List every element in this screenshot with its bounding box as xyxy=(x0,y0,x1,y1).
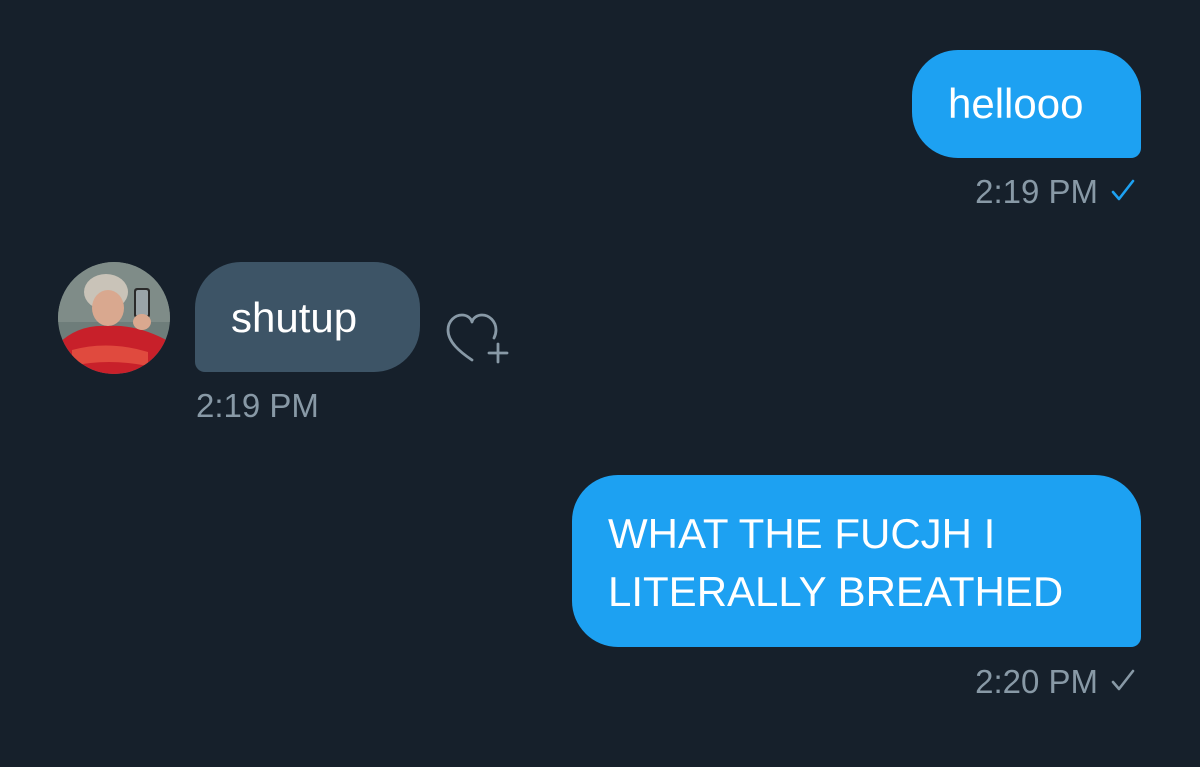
message-text-line: LITERALLY BREATHED xyxy=(608,568,1064,615)
message-timestamp: 2:19 PM xyxy=(975,173,1098,210)
message-meta: 2:20 PM xyxy=(975,662,1136,702)
message-timestamp: 2:20 PM xyxy=(975,663,1098,700)
message-meta: 2:19 PM xyxy=(975,172,1136,212)
read-checkmark-icon xyxy=(1110,171,1136,211)
sent-checkmark-icon xyxy=(1110,661,1136,701)
message-timestamp: 2:19 PM xyxy=(196,387,319,424)
avatar-photo xyxy=(58,262,170,374)
message-bubble-sent[interactable]: WHAT THE FUCJH I LITERALLY BREATHED xyxy=(572,475,1141,647)
message-bubble-sent[interactable]: hellooo xyxy=(912,50,1141,158)
heart-plus-icon xyxy=(446,313,509,364)
conversation-view: hellooo 2:19 PM shutup 2:19 PM WHAT THE … xyxy=(0,0,1200,767)
message-text: shutup xyxy=(231,294,358,341)
message-bubble-received[interactable]: shutup xyxy=(195,262,420,372)
message-meta: 2:19 PM xyxy=(196,386,319,426)
message-text-line: WHAT THE FUCJH I xyxy=(608,510,996,557)
sender-avatar[interactable] xyxy=(58,262,170,374)
add-reaction-button[interactable] xyxy=(440,308,514,368)
message-text: hellooo xyxy=(948,80,1084,127)
